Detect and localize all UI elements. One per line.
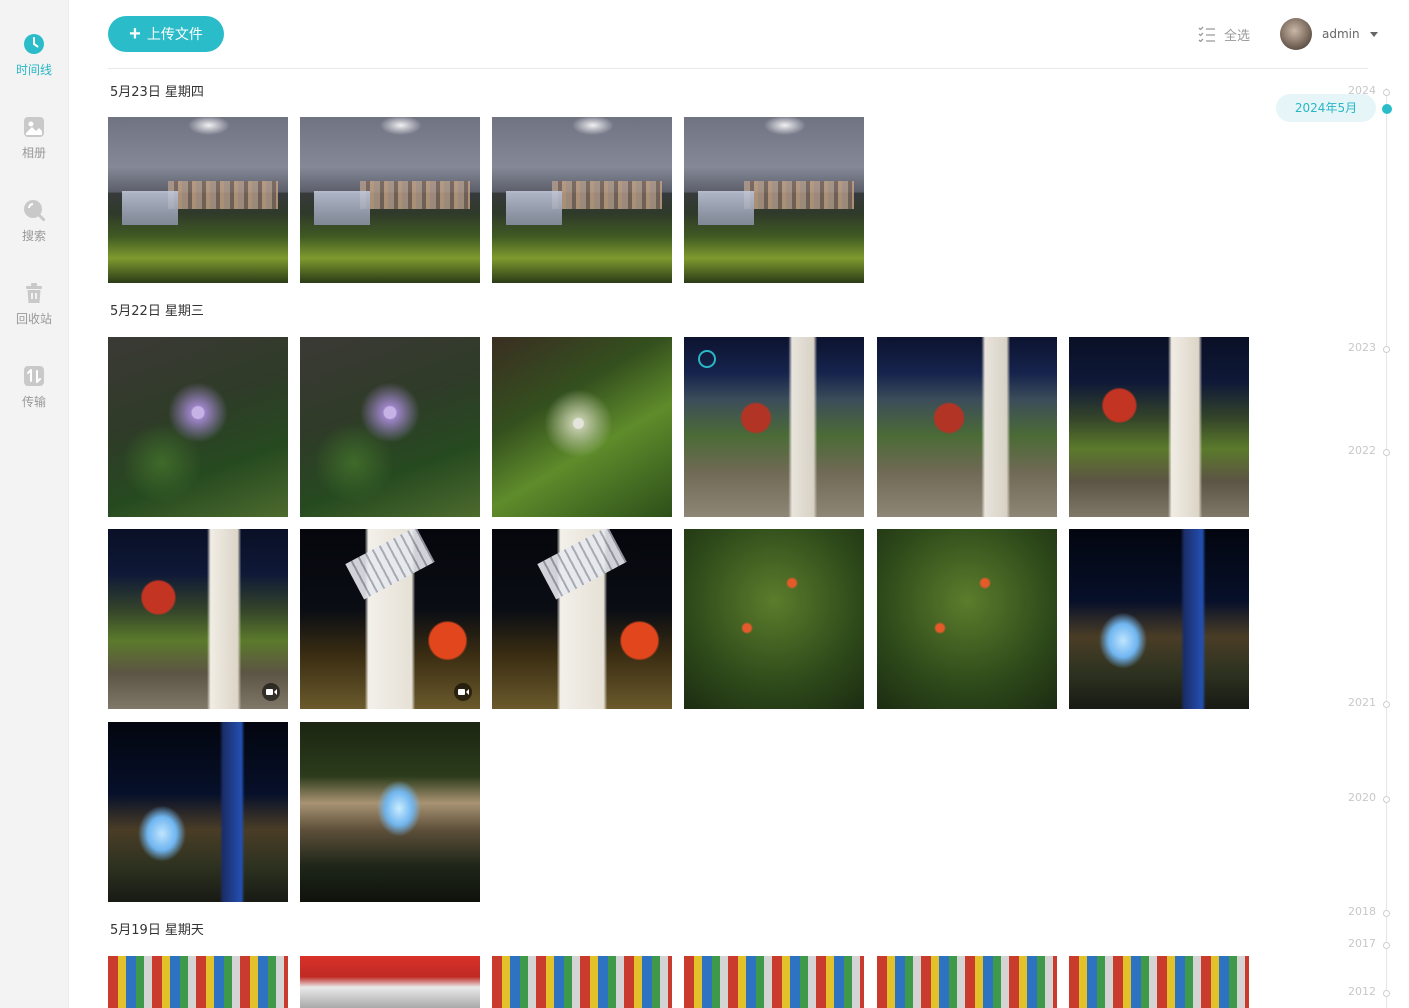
photo-thumbnail[interactable] [300, 722, 480, 902]
timeline-dot [1383, 796, 1390, 803]
timeline-dot [1383, 346, 1390, 353]
sidebar-item-trash[interactable]: 回收站 [0, 282, 68, 352]
timeline-active-dot [1382, 104, 1392, 114]
avatar [1280, 18, 1312, 50]
date-label: 5月23日 [110, 85, 161, 100]
photo-thumbnail[interactable] [684, 337, 864, 517]
search-icon [24, 200, 45, 221]
date-heading: 5月22日 星期三 [110, 304, 208, 320]
photo-thumbnail[interactable] [108, 722, 288, 902]
sidebar-item-label: 时间线 [15, 63, 52, 77]
username: admin [1322, 27, 1360, 41]
video-camera-icon [454, 683, 472, 701]
timeline-dot [1383, 990, 1390, 997]
sidebar-item-label: 回收站 [15, 312, 52, 326]
select-all-button[interactable]: 全选 [1198, 24, 1250, 44]
timeline-dot [1383, 89, 1390, 96]
photo-thumbnail[interactable] [300, 117, 480, 283]
photo-thumbnail[interactable] [877, 956, 1057, 1008]
date-label: 5月22日 [110, 304, 161, 319]
sidebar-item-label: 搜索 [21, 229, 46, 243]
photo-thumbnail[interactable] [492, 956, 672, 1008]
upload-file-button[interactable]: + 上传文件 [108, 16, 224, 52]
weekday-label: 星期天 [164, 923, 204, 938]
photo-thumbnail[interactable] [684, 956, 864, 1008]
photo-thumbnail[interactable] [108, 117, 288, 283]
video-camera-icon [262, 683, 280, 701]
photo-thumbnail[interactable] [108, 337, 288, 517]
timeline-year[interactable]: 2020 [1348, 792, 1376, 804]
sidebar: 时间线 相册 搜索 回收站 传输 [0, 0, 69, 1008]
sidebar-item-label: 相册 [21, 146, 46, 160]
weekday-label: 星期三 [164, 304, 204, 319]
timeline-year[interactable]: 2022 [1348, 445, 1376, 457]
photo-thumbnail[interactable] [492, 337, 672, 517]
photo-thumbnail[interactable] [1069, 337, 1249, 517]
timeline-year[interactable]: 2012 [1348, 986, 1376, 998]
sidebar-item-transfer[interactable]: 传输 [0, 365, 68, 435]
timeline-dot [1383, 910, 1390, 917]
timeline-dot [1383, 701, 1390, 708]
timeline-year[interactable]: 2021 [1348, 697, 1376, 709]
chevron-down-icon [1369, 31, 1378, 37]
photo-thumbnail[interactable] [684, 117, 864, 283]
photo-thumbnail[interactable] [684, 529, 864, 709]
photo-thumbnail[interactable] [300, 956, 480, 1008]
photo-thumbnail[interactable] [1069, 956, 1249, 1008]
sidebar-item-timeline[interactable]: 时间线 [0, 33, 68, 103]
timeline-year[interactable]: 2023 [1348, 342, 1376, 354]
date-label: 5月19日 [110, 923, 161, 938]
photo-thumbnail[interactable] [108, 956, 288, 1008]
video-thumbnail[interactable] [108, 529, 288, 709]
weekday-label: 星期四 [164, 85, 204, 100]
sidebar-item-album[interactable]: 相册 [0, 116, 68, 186]
sidebar-item-search[interactable]: 搜索 [0, 199, 68, 269]
photo-thumbnail[interactable] [1069, 529, 1249, 709]
photo-thumbnail[interactable] [492, 117, 672, 283]
image-icon [24, 117, 44, 137]
photo-thumbnail[interactable] [877, 529, 1057, 709]
user-menu[interactable]: admin [1280, 18, 1378, 50]
photo-thumbnail[interactable] [877, 337, 1057, 517]
timeline-track [1386, 88, 1387, 1008]
timeline-dot [1383, 449, 1390, 456]
date-heading: 5月19日 星期天 [110, 923, 208, 939]
trash-icon [26, 283, 42, 303]
photo-thumbnail[interactable] [300, 337, 480, 517]
timeline-dot [1383, 942, 1390, 949]
header-divider [108, 68, 1368, 69]
date-heading: 5月23日 星期四 [110, 85, 208, 101]
clock-icon [24, 34, 44, 54]
select-all-label: 全选 [1224, 28, 1251, 44]
sidebar-item-label: 传输 [21, 395, 46, 409]
timeline-year[interactable]: 2017 [1348, 938, 1376, 950]
plus-icon: + [129, 23, 141, 45]
timeline-current-month: 2024年5月 [1276, 94, 1376, 122]
video-thumbnail[interactable] [300, 529, 480, 709]
transfer-icon [24, 366, 44, 386]
checklist-icon [1198, 26, 1215, 42]
photo-thumbnail[interactable] [492, 529, 672, 709]
timeline-year[interactable]: 2018 [1348, 906, 1376, 918]
upload-file-label: 上传文件 [146, 26, 203, 42]
